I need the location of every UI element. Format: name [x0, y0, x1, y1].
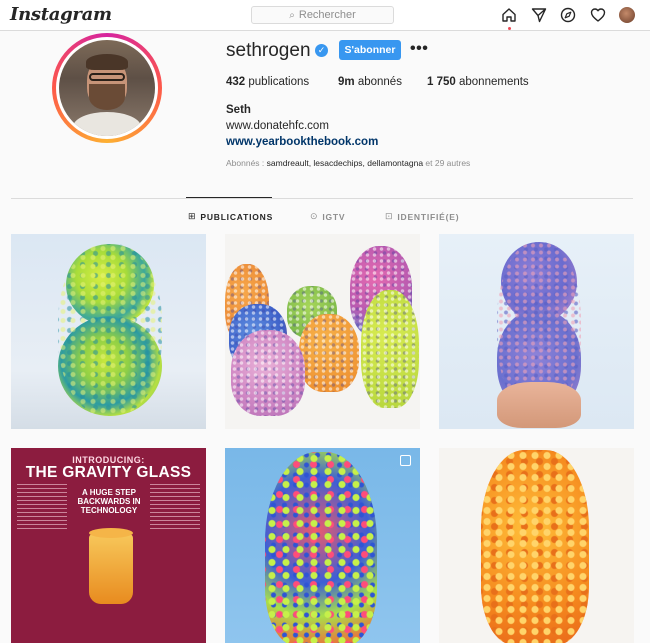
profile-full-name: Seth	[226, 104, 251, 116]
active-tab-indicator	[186, 197, 272, 198]
profile-website-link[interactable]: www.yearbookthebook.com	[226, 136, 378, 148]
glass-illustration	[89, 534, 133, 604]
tab-igtv[interactable]: ⊙ IGTV	[310, 211, 345, 222]
posts-count: 432 publications	[226, 76, 310, 88]
verified-badge-icon: ✓	[315, 44, 328, 57]
top-navigation-bar: Instagram ⌕ Rechercher	[0, 0, 650, 31]
tab-tagged[interactable]: ⊡ IDENTIFIÉ(E)	[385, 211, 459, 222]
search-placeholder: Rechercher	[298, 9, 356, 21]
instagram-logo[interactable]: Instagram	[10, 4, 112, 25]
grid-icon: ⊞	[188, 211, 197, 221]
ad-tagline: A HUGE STEP BACKWARDS IN TECHNOLOGY	[77, 488, 141, 516]
profile-avatar-icon[interactable]	[619, 7, 635, 23]
post-thumbnail-green-vase[interactable]	[11, 234, 206, 429]
following-count[interactable]: 1 750 abonnements	[427, 76, 529, 88]
follow-button[interactable]: S'abonner	[339, 40, 401, 60]
tabs-divider	[11, 198, 633, 199]
igtv-icon: ⊙	[310, 211, 319, 221]
more-options-icon[interactable]: •••	[410, 40, 428, 60]
post-thumbnail-orange-vase[interactable]	[439, 448, 634, 643]
post-thumbnail-vase-group[interactable]	[225, 234, 420, 429]
tagged-icon: ⊡	[385, 211, 394, 221]
direct-icon[interactable]	[530, 6, 548, 24]
search-box[interactable]: ⌕ Rechercher	[251, 6, 394, 24]
followed-by-line[interactable]: Abonnés : samdreault, lesacdechips, dell…	[226, 158, 470, 168]
profile-avatar-story-ring[interactable]	[52, 33, 162, 143]
post-thumbnail-rainbow-vase[interactable]	[225, 448, 420, 643]
post-thumbnail-blue-vase[interactable]	[439, 234, 634, 429]
activity-heart-icon[interactable]	[589, 6, 607, 24]
explore-icon[interactable]	[559, 6, 577, 24]
followers-count[interactable]: 9m abonnés	[338, 76, 402, 88]
profile-bio: www.donatehfc.com	[226, 120, 329, 132]
profile-username: sethrogen	[226, 40, 311, 61]
home-notification-dot	[508, 27, 511, 30]
search-icon: ⌕	[289, 9, 295, 21]
ad-headline-big: THE GRAVITY GLASS	[25, 464, 192, 481]
profile-photo	[59, 40, 155, 136]
carousel-multi-icon	[400, 455, 411, 466]
tab-publications[interactable]: ⊞ PUBLICATIONS	[188, 211, 273, 222]
post-thumbnail-gravity-glass[interactable]: INTRODUCING: THE GRAVITY GLASS A HUGE ST…	[11, 448, 206, 643]
home-icon[interactable]	[500, 6, 518, 24]
